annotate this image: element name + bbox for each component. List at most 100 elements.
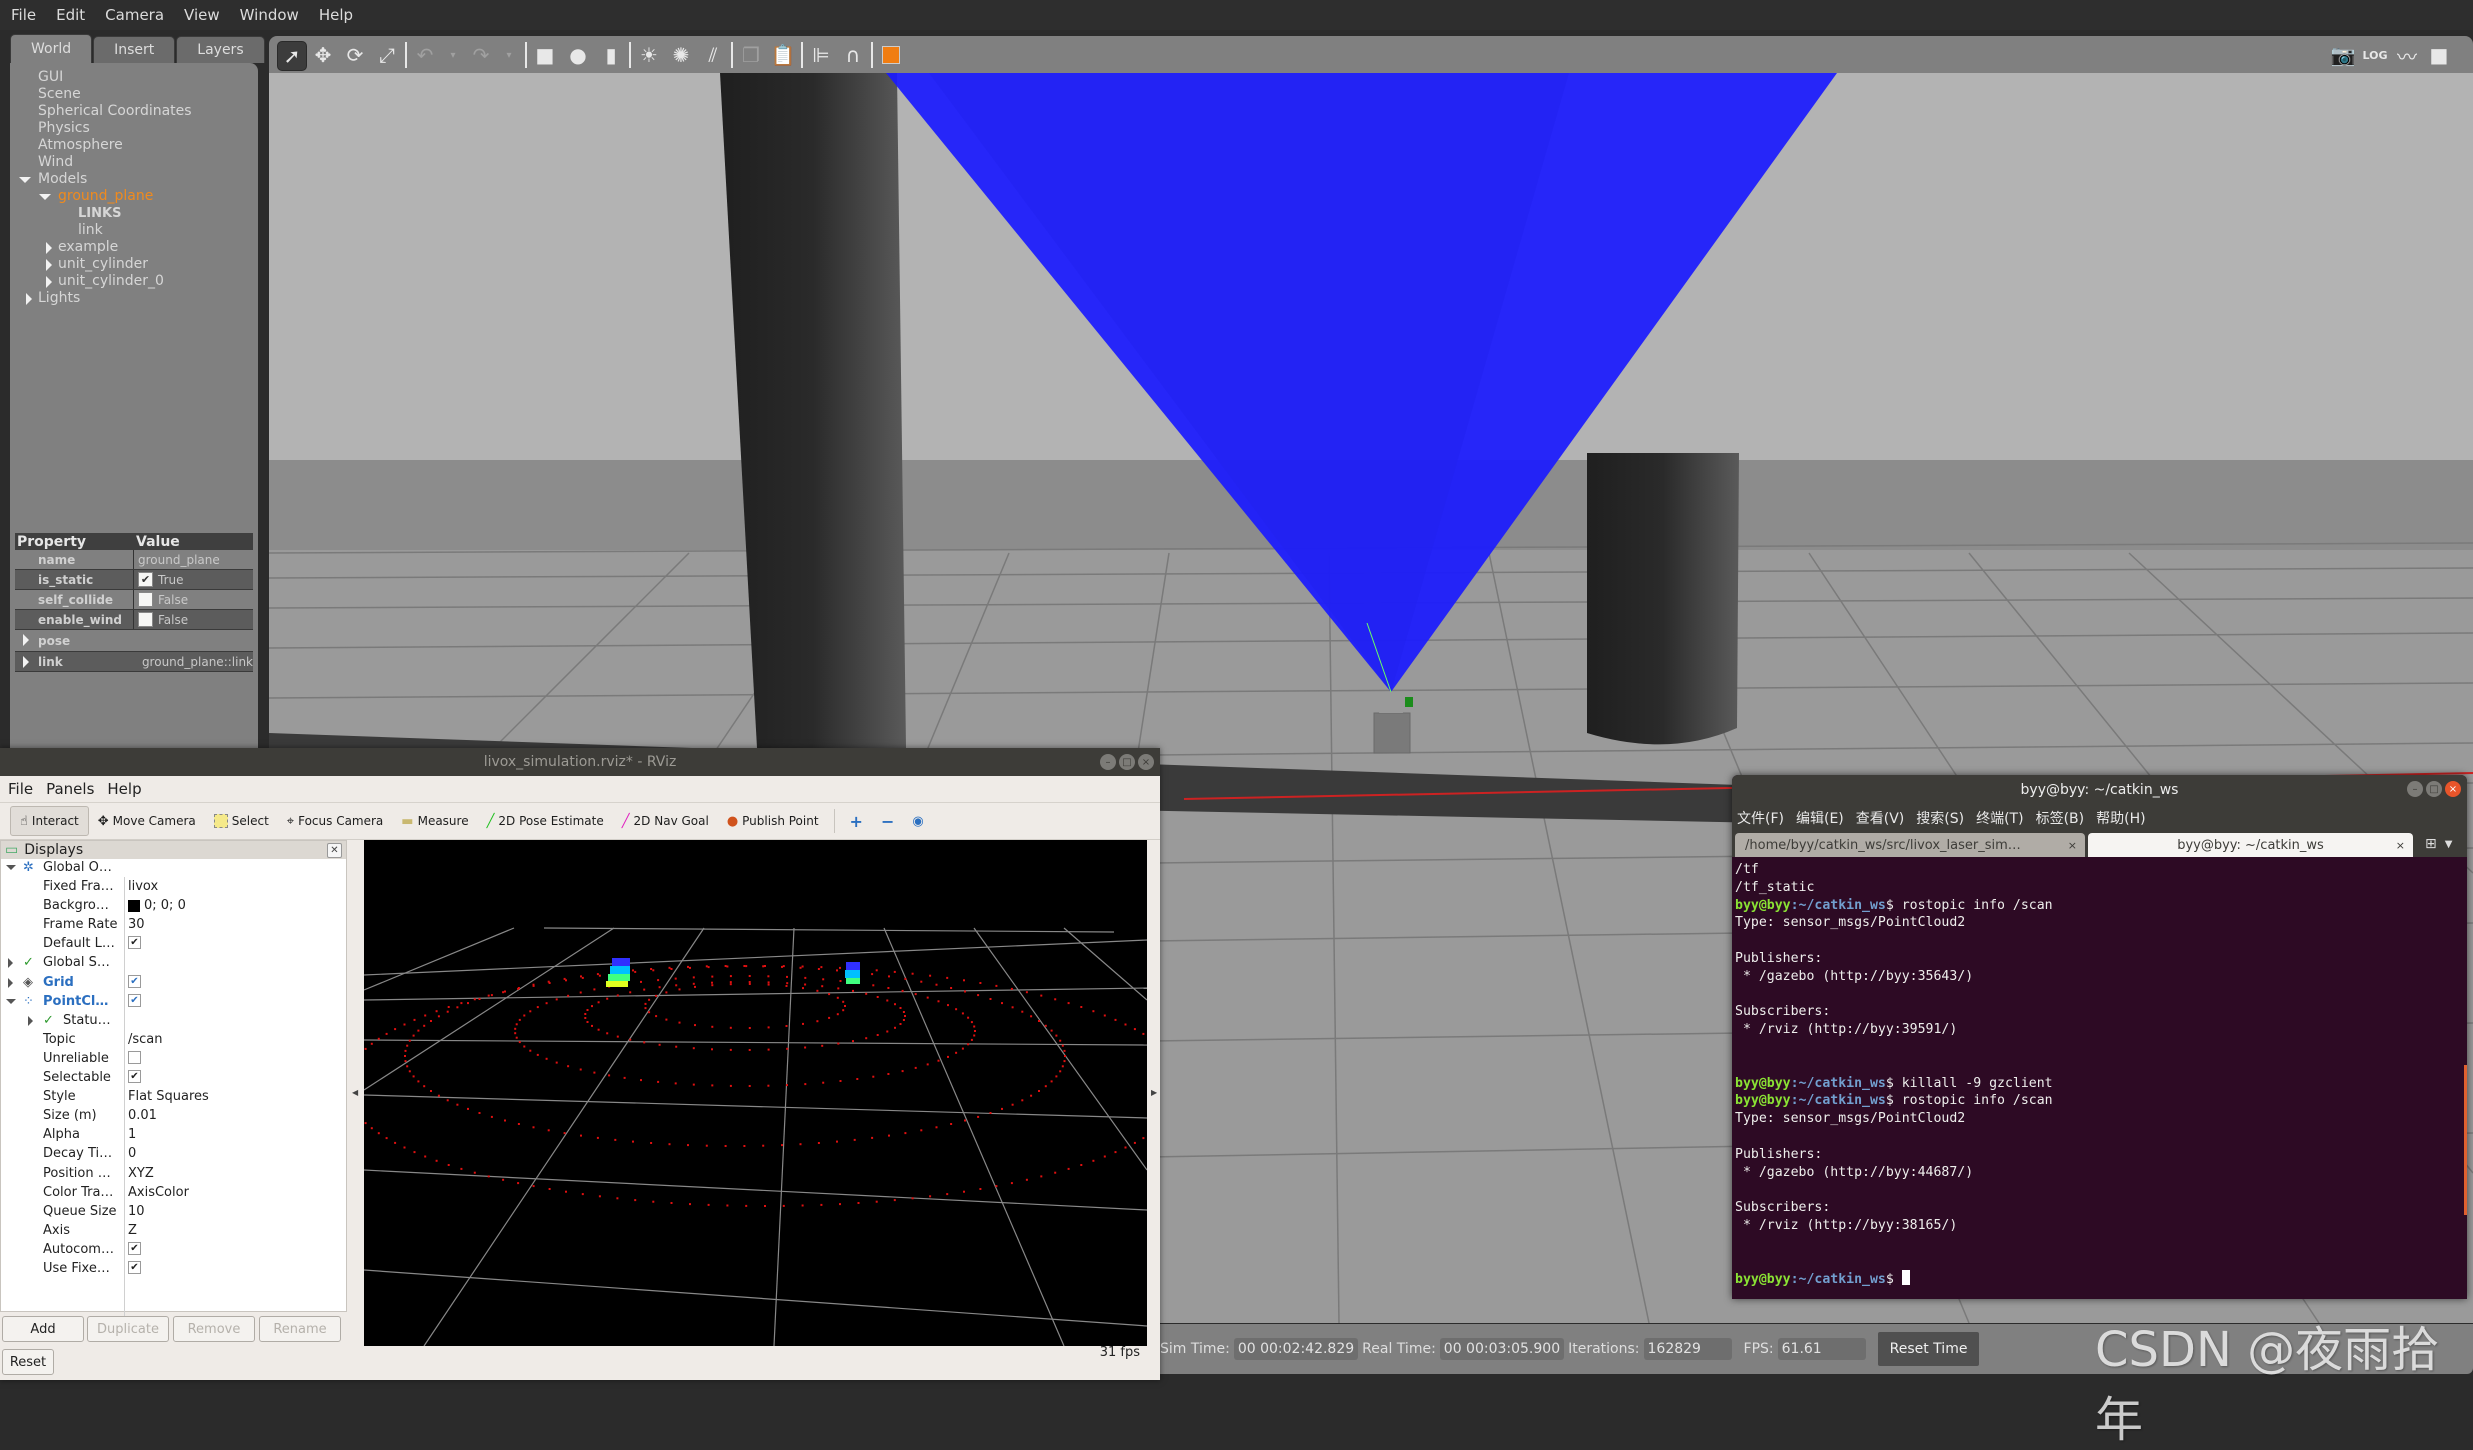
prop-alpha[interactable]: Alpha 1 (1, 1126, 346, 1145)
select-mode-icon[interactable]: ➚ (277, 41, 307, 71)
terminal-menu-terminal[interactable]: 终端(T) (1976, 808, 2023, 828)
autocompute-checkbox[interactable]: ✔ (128, 1241, 141, 1255)
collapsed-arrow-icon[interactable] (8, 977, 13, 988)
tree-item-models[interactable]: Models (10, 171, 192, 188)
new-tab-icon[interactable]: ⊞ (2425, 836, 2437, 852)
expand-arrow-icon[interactable] (19, 177, 31, 183)
paste-icon[interactable]: 📋 (769, 41, 797, 69)
rviz-menu-file[interactable]: File (0, 780, 38, 798)
rviz-menu-panels[interactable]: Panels (38, 780, 99, 798)
snap-magnet-icon[interactable]: ∩ (839, 41, 867, 69)
cylinder-shape-icon[interactable]: ▮ (597, 41, 625, 69)
tool-2d-pose-estimate[interactable]: ╱ 2D Pose Estimate (478, 807, 613, 835)
tree-item-wind[interactable]: Wind (10, 154, 192, 171)
point-light-icon[interactable]: ☀ (635, 41, 663, 69)
redo-icon[interactable]: ↷ (467, 41, 495, 69)
prop-position-transformer[interactable]: Position … XYZ (1, 1165, 346, 1184)
collapsed-arrow-icon[interactable] (23, 656, 29, 668)
prop-background[interactable]: Backgro… 0; 0; 0 (1, 897, 346, 916)
tool-focus-camera[interactable]: ⌖ Focus Camera (278, 807, 393, 835)
terminal-tab-active[interactable]: byy@byy: ~/catkin_ws × (2088, 833, 2413, 857)
translate-mode-icon[interactable]: ✥ (309, 41, 337, 69)
property-value[interactable]: ground_plane (134, 553, 220, 567)
grid-enabled-checkbox[interactable]: ✔ (128, 974, 141, 988)
pointcloud-enabled-checkbox[interactable]: ✔ (128, 993, 141, 1007)
maximize-icon[interactable]: □ (1119, 754, 1135, 770)
add-display-button[interactable]: Add (2, 1316, 84, 1342)
terminal-menu-search[interactable]: 搜索(S) (1916, 808, 1964, 828)
screenshot-icon[interactable]: 📷 (2329, 41, 2357, 69)
prop-value[interactable]: 30 (128, 917, 145, 932)
property-group-link[interactable]: link ground_plane::link (15, 652, 253, 672)
prop-use-fixed[interactable]: Use Fixe… ✔ (1, 1260, 346, 1279)
is-static-checkbox[interactable]: ✔ (138, 572, 153, 587)
unreliable-checkbox[interactable] (128, 1050, 141, 1064)
tab-layers[interactable]: Layers (176, 36, 265, 63)
prop-fixed-frame[interactable]: Fixed Fra… livox (1, 878, 346, 897)
terminal-tab[interactable]: /home/byy/catkin_ws/src/livox_laser_sim…… (1735, 833, 2085, 857)
scale-mode-icon[interactable]: ⤢ (373, 41, 401, 69)
collapse-right-handle[interactable]: ▶ (1151, 1088, 1157, 1097)
prop-value[interactable]: 10 (128, 1204, 145, 1219)
tree-item-scene[interactable]: Scene (10, 86, 192, 103)
rviz-titlebar[interactable]: livox_simulation.rviz* - RViz – □ × (0, 748, 1160, 776)
terminal-output[interactable]: /tf/tf_static byy@byy:~/catkin_ws$ rostop… (1732, 857, 2467, 1288)
tree-item-unit-cylinder[interactable]: unit_cylinder (10, 256, 192, 273)
tree-item-lights[interactable]: Lights (10, 290, 192, 307)
reset-button[interactable]: Reset (2, 1349, 54, 1375)
close-tab-icon[interactable]: × (2396, 839, 2405, 852)
checkbox[interactable]: ✔ (128, 936, 141, 950)
rotate-mode-icon[interactable]: ⟳ (341, 41, 369, 69)
prop-value[interactable]: 1 (128, 1127, 136, 1142)
tab-menu-dropdown-icon[interactable]: ▼ (2445, 839, 2453, 850)
box-shape-icon[interactable]: ■ (531, 41, 559, 69)
collapsed-arrow-icon[interactable] (46, 242, 52, 254)
collapsed-arrow-icon[interactable] (8, 958, 13, 969)
minimize-icon[interactable]: – (2407, 781, 2423, 797)
prop-value[interactable]: 0 (128, 1146, 136, 1161)
enable-wind-checkbox[interactable] (138, 612, 153, 627)
terminal-menu-file[interactable]: 文件(F) (1737, 808, 1784, 828)
expand-arrow-icon[interactable] (6, 865, 16, 870)
prop-style[interactable]: Style Flat Squares (1, 1088, 346, 1107)
collapsed-arrow-icon[interactable] (46, 259, 52, 271)
prop-axis[interactable]: Axis Z (1, 1222, 346, 1241)
terminal-scrollbar[interactable] (2464, 1065, 2467, 1215)
copy-icon[interactable]: ❐ (737, 41, 765, 69)
menu-window[interactable]: Window (229, 6, 308, 24)
sphere-shape-icon[interactable]: ● (564, 41, 592, 69)
collapse-left-handle[interactable]: ◀ (352, 1088, 358, 1097)
tool-measure[interactable]: ▬ Measure (392, 807, 477, 835)
collapsed-arrow-icon[interactable] (28, 1015, 33, 1026)
rviz-menu-help[interactable]: Help (99, 780, 146, 798)
remove-display-button[interactable]: Remove (173, 1316, 255, 1342)
terminal-titlebar[interactable]: byy@byy: ~/catkin_ws – □ × (1732, 775, 2467, 805)
maximize-icon[interactable]: □ (2426, 781, 2442, 797)
prop-queue-size[interactable]: Queue Size 10 (1, 1203, 346, 1222)
prop-value[interactable]: Z (128, 1223, 137, 1238)
tool-interact[interactable]: ☝ Interact (10, 806, 89, 836)
tab-insert[interactable]: Insert (93, 36, 176, 63)
tree-item-gui[interactable]: GUI (10, 69, 192, 86)
menu-edit[interactable]: Edit (45, 6, 94, 24)
rename-display-button[interactable]: Rename (259, 1316, 341, 1342)
tree-item-ground-plane[interactable]: ground_plane (10, 188, 192, 205)
prop-value[interactable]: 0.01 (128, 1108, 157, 1123)
undo-icon[interactable]: ↶ (411, 41, 439, 69)
tool-2d-nav-goal[interactable]: ╱ 2D Nav Goal (613, 807, 718, 835)
collapsed-arrow-icon[interactable] (23, 634, 29, 646)
tree-item-physics[interactable]: Physics (10, 120, 192, 137)
prop-topic[interactable]: Topic/scan (1, 1031, 346, 1050)
close-icon[interactable]: × (1138, 754, 1154, 770)
menu-camera[interactable]: Camera (94, 6, 173, 24)
prop-value[interactable]: AxisColor (128, 1185, 189, 1200)
expand-arrow-icon[interactable] (6, 998, 16, 1004)
display-global-options[interactable]: ✲ Global O… (1, 859, 346, 878)
video-record-icon[interactable]: ■ (2425, 41, 2453, 69)
terminal-menu-edit[interactable]: 编辑(E) (1796, 808, 1844, 828)
terminal-menu-tabs[interactable]: 标签(B) (2036, 808, 2085, 828)
close-panel-icon[interactable]: ✕ (327, 843, 342, 858)
prop-color-transformer[interactable]: Color Tra… AxisColor (1, 1184, 346, 1203)
tool-properties-icon[interactable]: ◉ (903, 807, 932, 835)
display-status[interactable]: ✓ Statu… (1, 1012, 346, 1031)
